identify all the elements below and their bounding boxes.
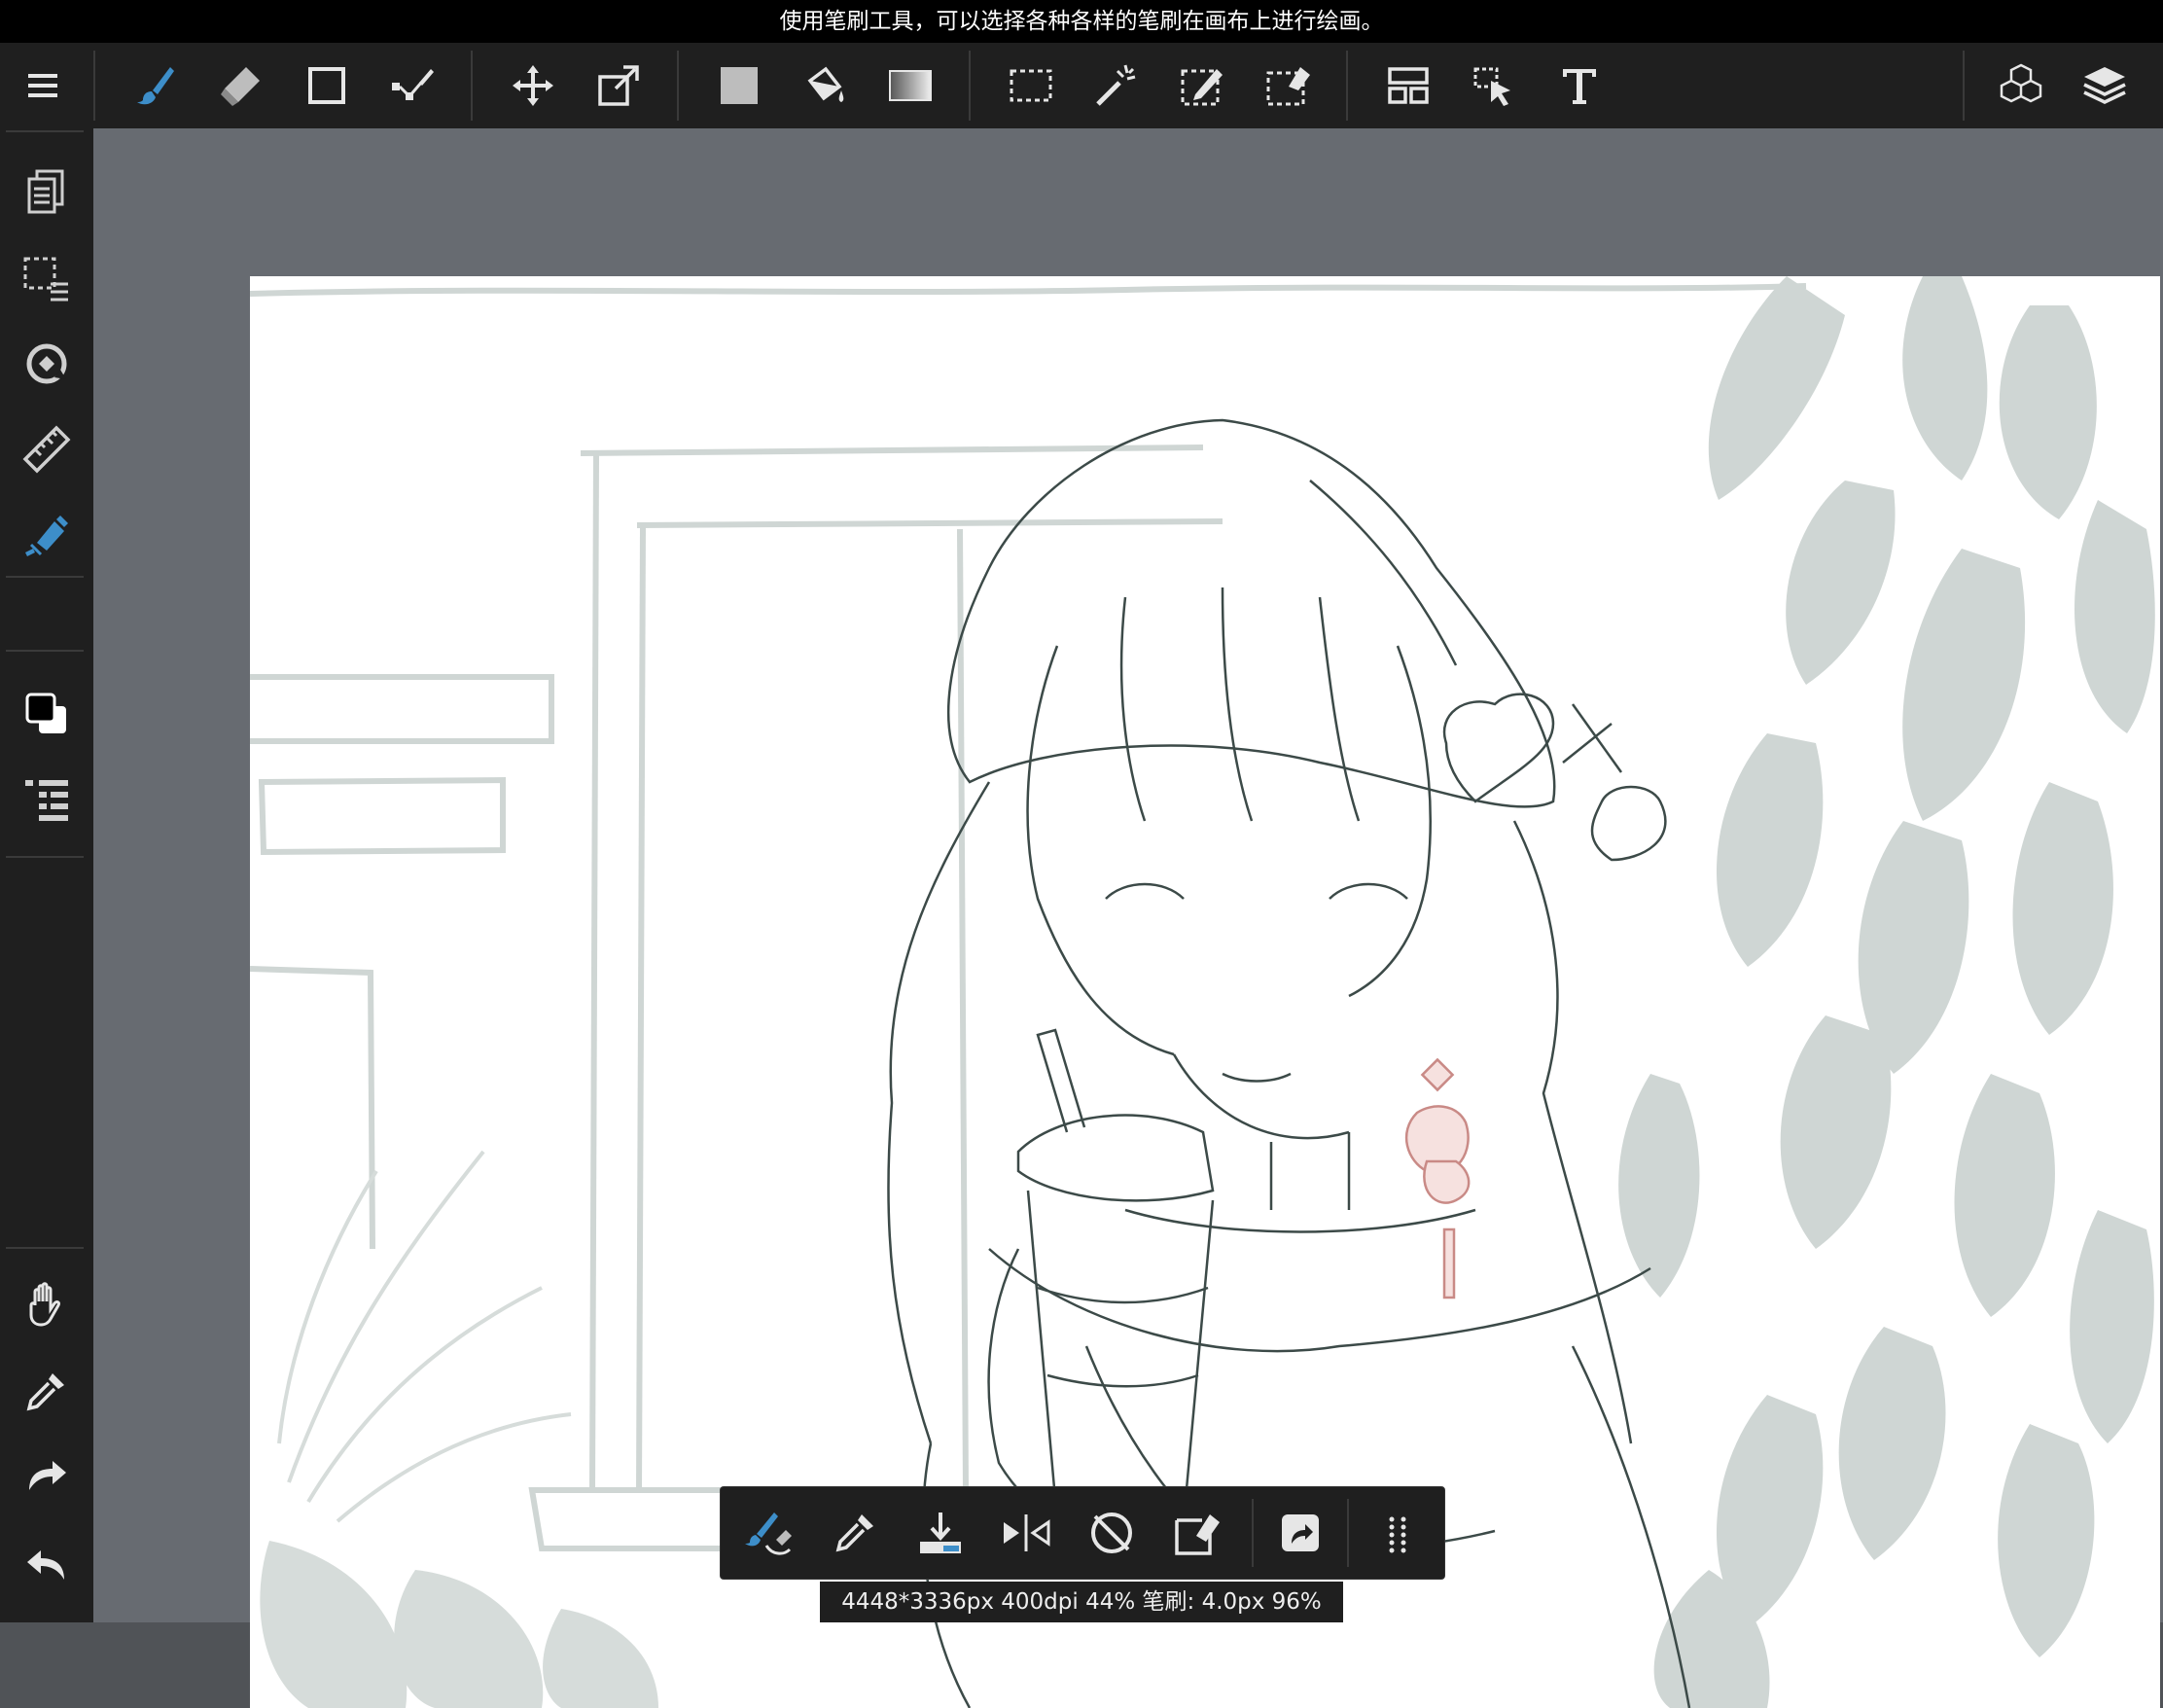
selection-icon	[23, 257, 68, 302]
quickbar-more-button[interactable]	[1363, 1498, 1433, 1568]
marquee-icon	[1010, 69, 1052, 102]
comic-panel-icon	[1388, 67, 1429, 104]
left-sidebar	[0, 128, 93, 1622]
eyedropper-button[interactable]	[14, 1356, 80, 1426]
rotate-reset-button[interactable]	[1077, 1498, 1147, 1568]
magic-wand-icon	[1096, 64, 1136, 106]
gradient-icon	[889, 70, 932, 101]
quickbar-divider	[1347, 1499, 1349, 1567]
pages-icon	[27, 169, 64, 214]
brush-swap-button[interactable]	[734, 1498, 804, 1568]
bucket-icon	[807, 66, 844, 102]
pen-path-icon	[392, 69, 434, 100]
clear-layer-button[interactable]	[1162, 1498, 1232, 1568]
fill-square-icon	[721, 67, 758, 104]
more-icon	[1389, 1516, 1406, 1553]
ruler-icon	[22, 425, 71, 474]
text-icon	[1563, 69, 1596, 104]
path-tool-button[interactable]	[377, 43, 447, 128]
materials-button[interactable]	[1986, 43, 2056, 128]
rotate-reset-icon	[1091, 1512, 1132, 1553]
eyedropper-icon	[835, 1514, 873, 1552]
selection-button[interactable]	[14, 243, 80, 313]
flip-icon	[1004, 1514, 1050, 1551]
magic-wand-tool-button[interactable]	[1082, 43, 1152, 128]
quickbar-divider	[1252, 1499, 1254, 1567]
operation-tool-button[interactable]	[1459, 43, 1529, 128]
main-toolbar	[0, 43, 2163, 128]
sidebar-divider	[6, 576, 84, 578]
snap-button[interactable]	[14, 500, 80, 570]
text-tool-button[interactable]	[1544, 43, 1614, 128]
undo-button[interactable]	[14, 1527, 80, 1597]
shape-tool-button[interactable]	[292, 43, 362, 128]
rotate-icon	[26, 343, 67, 384]
brush-settings-button[interactable]	[14, 765, 80, 835]
clear-icon	[1175, 1514, 1220, 1555]
share-button[interactable]	[1265, 1498, 1335, 1568]
cubes-icon	[2000, 63, 2042, 103]
sidebar-divider	[6, 650, 84, 652]
cursor-icon	[1473, 67, 1510, 106]
select-eraser-tool-button[interactable]	[1253, 43, 1323, 128]
quick-eyedropper-button[interactable]	[820, 1498, 890, 1568]
eraser-icon	[221, 67, 260, 106]
brush-settings-icon	[25, 780, 68, 821]
pages-button[interactable]	[14, 158, 80, 228]
quick-access-bar	[720, 1486, 1445, 1580]
ruler-button[interactable]	[14, 414, 80, 484]
eyedropper-icon	[26, 1373, 64, 1411]
sidebar-divider	[6, 1247, 84, 1249]
square-icon	[308, 67, 345, 104]
move-icon	[513, 65, 553, 106]
panel-tool-button[interactable]	[1373, 43, 1443, 128]
layers-button[interactable]	[2070, 43, 2140, 128]
undo-icon	[27, 1550, 64, 1580]
sidebar-divider	[6, 856, 84, 858]
color-icon	[25, 693, 66, 733]
select-eraser-icon	[1266, 67, 1310, 106]
brush-swap-icon	[745, 1512, 792, 1555]
layers-icon	[2083, 67, 2126, 104]
tip-text: 使用笔刷工具，可以选择各种各样的笔刷在画布上进行绘画。	[779, 9, 1384, 34]
sidebar-divider	[6, 130, 84, 132]
workspace[interactable]	[93, 128, 2163, 1708]
bucket-tool-button[interactable]	[790, 43, 860, 128]
menu-button[interactable]	[8, 43, 78, 128]
fill-color-button[interactable]	[704, 43, 774, 128]
fill-down-button[interactable]	[905, 1498, 975, 1568]
toolbar-divider	[969, 51, 971, 121]
select-pen-tool-button[interactable]	[1167, 43, 1237, 128]
move-tool-button[interactable]	[498, 43, 568, 128]
select-tool-button[interactable]	[996, 43, 1066, 128]
hamburger-icon	[28, 74, 57, 97]
snap-icon	[25, 516, 68, 556]
toolbar-divider	[677, 51, 679, 121]
color-button[interactable]	[14, 679, 80, 749]
tip-bar: 使用笔刷工具，可以选择各种各样的笔刷在画布上进行绘画。	[0, 0, 2163, 43]
transform-tool-button[interactable]	[584, 43, 654, 128]
hand-button[interactable]	[14, 1270, 80, 1340]
flip-button[interactable]	[991, 1498, 1061, 1568]
toolbar-divider	[1346, 51, 1348, 121]
status-bar: 4448*3336px 400dpi 44% 笔刷: 4.0px 96%	[820, 1582, 1343, 1622]
brush-icon	[137, 67, 174, 105]
brush-tool-button[interactable]	[121, 43, 191, 128]
select-pen-icon	[1181, 69, 1223, 106]
hand-icon	[29, 1282, 60, 1327]
eraser-tool-button[interactable]	[206, 43, 276, 128]
redo-button[interactable]	[14, 1441, 80, 1512]
fill-down-icon	[920, 1512, 961, 1553]
share-icon	[1282, 1514, 1319, 1551]
gradient-tool-button[interactable]	[875, 43, 945, 128]
toolbar-divider	[1963, 51, 1965, 121]
toolbar-divider	[93, 51, 95, 121]
status-text: 4448*3336px 400dpi 44% 笔刷: 4.0px 96%	[841, 1589, 1322, 1615]
rotate-button[interactable]	[14, 329, 80, 399]
transform-icon	[598, 65, 639, 106]
toolbar-divider	[471, 51, 473, 121]
redo-icon	[29, 1461, 66, 1490]
